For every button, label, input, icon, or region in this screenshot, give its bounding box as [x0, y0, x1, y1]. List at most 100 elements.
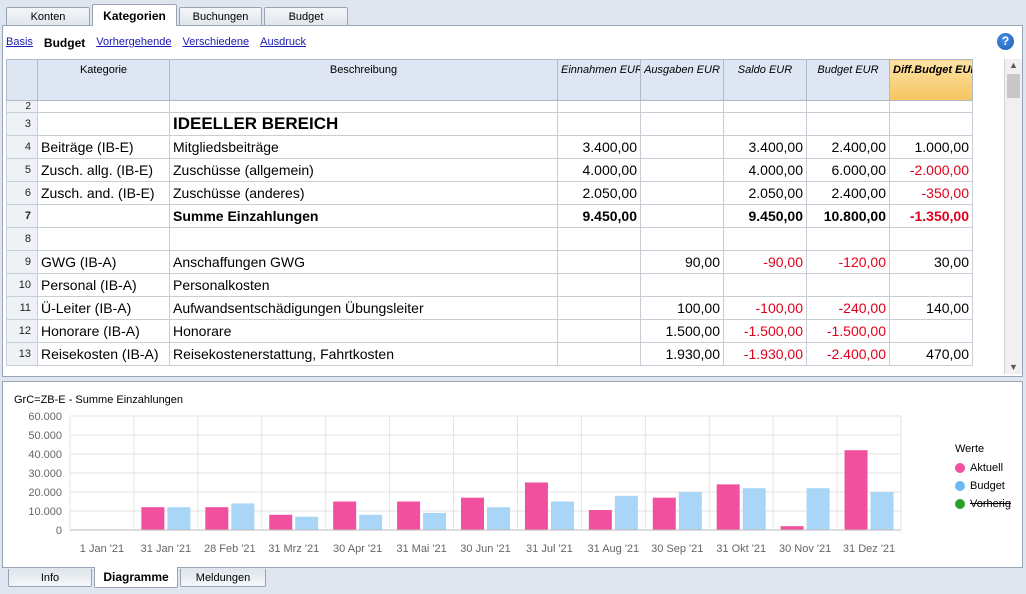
scrollbar-thumb[interactable]: [1007, 74, 1020, 98]
tab-info[interactable]: Info: [8, 569, 92, 587]
cell-budget[interactable]: [806, 227, 890, 251]
cell-aus[interactable]: [640, 204, 724, 228]
cell-ein[interactable]: [557, 250, 641, 274]
table-row[interactable]: 8: [6, 227, 973, 251]
view-basis-link[interactable]: Basis: [6, 36, 33, 50]
cell-saldo[interactable]: [723, 112, 807, 136]
cell-ein[interactable]: [557, 296, 641, 320]
cell-beschreibung[interactable]: [169, 100, 558, 113]
cell-budget[interactable]: -2.400,00: [806, 342, 890, 366]
cell-diff[interactable]: [889, 319, 973, 343]
cell-aus[interactable]: 1.930,00: [640, 342, 724, 366]
col-header-budget[interactable]: Budget EUR: [806, 59, 890, 101]
col-header-beschreibung[interactable]: Beschreibung: [169, 59, 558, 101]
cell-kategorie[interactable]: [37, 112, 170, 136]
cell-diff[interactable]: [889, 227, 973, 251]
cell-aus[interactable]: [640, 227, 724, 251]
cell-budget[interactable]: [806, 273, 890, 297]
cell-budget[interactable]: 6.000,00: [806, 158, 890, 182]
col-header-saldo[interactable]: Saldo EUR: [723, 59, 807, 101]
legend-item-budget[interactable]: Budget: [955, 477, 1011, 495]
cell-diff[interactable]: [889, 112, 973, 136]
cell-kategorie[interactable]: Zusch. allg. (IB-E): [37, 158, 170, 182]
cell-ein[interactable]: 4.000,00: [557, 158, 641, 182]
cell-saldo[interactable]: [723, 227, 807, 251]
view-verschiedene-link[interactable]: Verschiedene: [182, 36, 249, 50]
cell-kategorie[interactable]: [37, 227, 170, 251]
table-row[interactable]: 7 Summe Einzahlungen 9.450,00 9.450,00 10.80…: [6, 204, 973, 228]
cell-saldo[interactable]: [723, 100, 807, 113]
help-icon[interactable]: ?: [997, 33, 1014, 50]
table-row[interactable]: 3 IDEELLER BEREICH: [6, 112, 973, 136]
cell-kategorie[interactable]: GWG (IB-A): [37, 250, 170, 274]
cell-aus[interactable]: 1.500,00: [640, 319, 724, 343]
cell-beschreibung[interactable]: Zuschüsse (anderes): [169, 181, 558, 205]
cell-budget[interactable]: -1.500,00: [806, 319, 890, 343]
cell-diff[interactable]: -1.350,00: [889, 204, 973, 228]
cell-aus[interactable]: [640, 100, 724, 113]
scroll-down-arrow-icon[interactable]: ▼: [1009, 362, 1018, 372]
table-row[interactable]: 5 Zusch. allg. (IB-E) Zuschüsse (allgemein…: [6, 158, 973, 182]
cell-aus[interactable]: 90,00: [640, 250, 724, 274]
cell-aus[interactable]: [640, 112, 724, 136]
table-row[interactable]: 13 Reisekosten (IB-A) Reisekostenerstattun…: [6, 342, 973, 366]
tab-diagramme[interactable]: Diagramme: [94, 567, 178, 588]
cell-beschreibung[interactable]: Reisekostenerstattung, Fahrtkosten: [169, 342, 558, 366]
row-number[interactable]: 10: [6, 273, 38, 297]
cell-budget[interactable]: [806, 112, 890, 136]
view-vorhergehende-link[interactable]: Vorhergehende: [96, 36, 171, 50]
cell-aus[interactable]: [640, 273, 724, 297]
cell-beschreibung[interactable]: IDEELLER BEREICH: [169, 112, 558, 136]
cell-beschreibung[interactable]: Mitgliedsbeiträge: [169, 135, 558, 159]
cell-diff[interactable]: [889, 273, 973, 297]
cell-saldo[interactable]: 9.450,00: [723, 204, 807, 228]
cell-ein[interactable]: [557, 227, 641, 251]
table-row[interactable]: 12 Honorare (IB-A) Honorare 1.500,00 -1.500,…: [6, 319, 973, 343]
cell-kategorie[interactable]: Personal (IB-A): [37, 273, 170, 297]
col-header-diff-budget[interactable]: Diff.Budget EUR: [889, 59, 973, 101]
table-vertical-scrollbar[interactable]: ▲ ▼: [1004, 59, 1022, 374]
table-row[interactable]: 4 Beiträge (IB-E) Mitgliedsbeiträge 3.400,0…: [6, 135, 973, 159]
cell-diff[interactable]: [889, 100, 973, 113]
row-number[interactable]: 12: [6, 319, 38, 343]
cell-ein[interactable]: 3.400,00: [557, 135, 641, 159]
cell-kategorie[interactable]: [37, 204, 170, 228]
tab-konten[interactable]: Konten: [6, 7, 90, 26]
tab-kategorien[interactable]: Kategorien: [92, 4, 177, 26]
cell-beschreibung[interactable]: Personalkosten: [169, 273, 558, 297]
scroll-up-arrow-icon[interactable]: ▲: [1009, 60, 1018, 70]
cell-budget[interactable]: 2.400,00: [806, 181, 890, 205]
row-number[interactable]: 8: [6, 227, 38, 251]
cell-saldo[interactable]: -1.930,00: [723, 342, 807, 366]
view-ausdruck-link[interactable]: Ausdruck: [260, 36, 306, 50]
legend-item-vorherig[interactable]: Vorherig: [955, 495, 1011, 513]
cell-ein[interactable]: [557, 273, 641, 297]
cell-kategorie[interactable]: Honorare (IB-A): [37, 319, 170, 343]
cell-saldo[interactable]: -90,00: [723, 250, 807, 274]
cell-diff[interactable]: -2.000,00: [889, 158, 973, 182]
cell-budget[interactable]: -120,00: [806, 250, 890, 274]
cell-budget[interactable]: [806, 100, 890, 113]
cell-ein[interactable]: [557, 112, 641, 136]
cell-ein[interactable]: [557, 319, 641, 343]
col-header-ausgaben[interactable]: Ausgaben EUR: [640, 59, 724, 101]
table-row[interactable]: 11 Ü-Leiter (IB-A) Aufwandsentschädigungen…: [6, 296, 973, 320]
cell-beschreibung[interactable]: Aufwandsentschädigungen Übungsleiter: [169, 296, 558, 320]
cell-saldo[interactable]: 3.400,00: [723, 135, 807, 159]
cell-saldo[interactable]: 2.050,00: [723, 181, 807, 205]
row-number[interactable]: 2: [6, 100, 38, 113]
cell-saldo[interactable]: -1.500,00: [723, 319, 807, 343]
tab-buchungen[interactable]: Buchungen: [179, 7, 262, 26]
cell-aus[interactable]: [640, 135, 724, 159]
cell-ein[interactable]: 2.050,00: [557, 181, 641, 205]
view-budget-link[interactable]: Budget: [44, 36, 85, 50]
cell-ein[interactable]: 9.450,00: [557, 204, 641, 228]
cell-kategorie[interactable]: Beiträge (IB-E): [37, 135, 170, 159]
row-number[interactable]: 13: [6, 342, 38, 366]
row-number[interactable]: 3: [6, 112, 38, 136]
cell-aus[interactable]: [640, 181, 724, 205]
tab-budget[interactable]: Budget: [264, 7, 348, 26]
table-row[interactable]: 9 GWG (IB-A) Anschaffungen GWG 90,00 -90,00-…: [6, 250, 973, 274]
cell-budget[interactable]: 2.400,00: [806, 135, 890, 159]
table-row[interactable]: 2: [6, 100, 973, 113]
